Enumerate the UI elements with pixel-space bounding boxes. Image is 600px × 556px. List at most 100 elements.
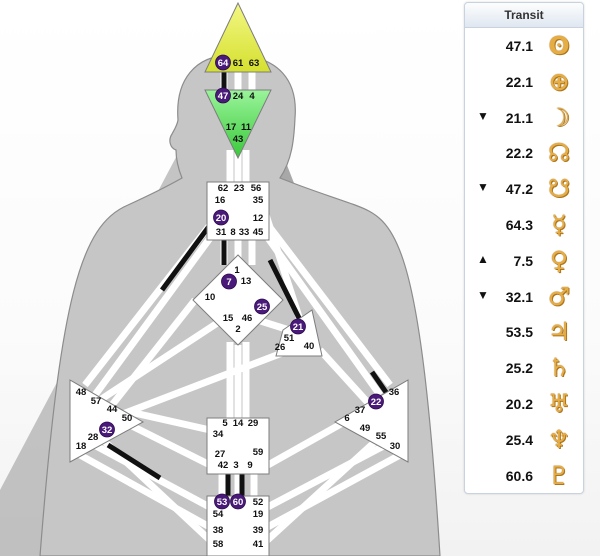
down-arrow-icon: ▼ bbox=[477, 287, 489, 302]
gate-24[interactable]: 24 bbox=[233, 91, 244, 102]
gate-51[interactable]: 51 bbox=[284, 333, 295, 344]
pluto-icon: ♇ bbox=[547, 460, 571, 490]
transit-value: 7.5 bbox=[513, 252, 533, 269]
gate-44[interactable]: 44 bbox=[107, 404, 118, 415]
gate-21[interactable]: 21 bbox=[293, 322, 304, 333]
gate-38[interactable]: 38 bbox=[213, 525, 224, 536]
mercury-icon: ☿ bbox=[551, 209, 567, 239]
transit-row: ▼ 47.2 ☋ bbox=[465, 171, 583, 207]
transit-row: 20.2 ♅ bbox=[465, 386, 583, 422]
transit-value: 21.1 bbox=[505, 109, 533, 126]
gate-6[interactable]: 6 bbox=[344, 413, 349, 424]
moon-icon: ☽ bbox=[547, 102, 571, 132]
gate-23[interactable]: 23 bbox=[234, 183, 245, 194]
uranus-icon: ♅ bbox=[547, 388, 571, 418]
transit-row: ▼ 32.1 ♂ bbox=[465, 279, 583, 315]
neptune-icon: ♆ bbox=[547, 424, 571, 454]
gate-32[interactable]: 32 bbox=[102, 425, 113, 436]
gate-39[interactable]: 39 bbox=[253, 525, 264, 536]
gate-57[interactable]: 57 bbox=[91, 396, 102, 407]
up-arrow-icon: ▲ bbox=[477, 251, 489, 266]
transit-row: 22.1 ⊕ bbox=[465, 64, 583, 100]
gate-55[interactable]: 55 bbox=[376, 431, 387, 442]
gate-27[interactable]: 27 bbox=[215, 449, 226, 460]
gate-41[interactable]: 41 bbox=[253, 539, 264, 550]
gate-13[interactable]: 13 bbox=[241, 276, 252, 287]
gate-40[interactable]: 40 bbox=[304, 341, 315, 352]
transit-row: 64.3 ☿ bbox=[465, 207, 583, 243]
transit-value: 22.1 bbox=[505, 73, 533, 90]
gate-20[interactable]: 20 bbox=[216, 213, 227, 224]
gate-22[interactable]: 22 bbox=[371, 397, 382, 408]
gate-18[interactable]: 18 bbox=[76, 441, 87, 452]
gate-15[interactable]: 15 bbox=[223, 313, 234, 324]
gate-4[interactable]: 4 bbox=[249, 91, 255, 102]
gate-16[interactable]: 16 bbox=[215, 195, 226, 206]
gate-64[interactable]: 64 bbox=[218, 58, 229, 69]
gate-46[interactable]: 46 bbox=[242, 313, 253, 324]
gate-50[interactable]: 50 bbox=[122, 413, 133, 424]
bodygraph-diagram: 12345 67891011121314151617181920212223242… bbox=[0, 1, 441, 556]
gate-52[interactable]: 52 bbox=[253, 497, 264, 508]
transit-value: 25.2 bbox=[505, 360, 533, 377]
gate-30[interactable]: 30 bbox=[390, 441, 401, 452]
saturn-icon: ♄ bbox=[547, 353, 571, 383]
gate-49[interactable]: 49 bbox=[360, 423, 371, 434]
gate-12[interactable]: 12 bbox=[253, 213, 264, 224]
gate-62[interactable]: 62 bbox=[218, 183, 229, 194]
transit-value: 22.2 bbox=[505, 145, 533, 162]
gate-37[interactable]: 37 bbox=[355, 405, 366, 416]
gate-43[interactable]: 43 bbox=[233, 134, 244, 145]
gate-3[interactable]: 3 bbox=[233, 460, 238, 471]
transit-value: 25.4 bbox=[505, 431, 533, 448]
north-node-icon: ☊ bbox=[547, 138, 571, 168]
gate-60[interactable]: 60 bbox=[233, 497, 244, 508]
transit-value: 20.2 bbox=[505, 395, 533, 412]
transit-row: 25.4 ♆ bbox=[465, 422, 583, 458]
gate-42[interactable]: 42 bbox=[218, 460, 229, 471]
gate-5[interactable]: 5 bbox=[222, 418, 228, 429]
gate-36[interactable]: 36 bbox=[389, 387, 400, 398]
earth-icon: ⊕ bbox=[548, 66, 570, 96]
gate-34[interactable]: 34 bbox=[213, 429, 224, 440]
gate-14[interactable]: 14 bbox=[233, 418, 244, 429]
down-arrow-icon: ▼ bbox=[477, 180, 489, 195]
gate-7[interactable]: 7 bbox=[226, 277, 231, 288]
transit-header: Transit bbox=[465, 3, 583, 28]
gate-47[interactable]: 47 bbox=[218, 91, 229, 102]
transit-value: 47.1 bbox=[505, 38, 533, 54]
gate-45[interactable]: 45 bbox=[253, 227, 264, 238]
gate-35[interactable]: 35 bbox=[253, 195, 264, 206]
transit-value: 47.2 bbox=[505, 181, 533, 198]
gate-9[interactable]: 9 bbox=[247, 460, 252, 471]
gate-11[interactable]: 11 bbox=[241, 122, 252, 133]
gate-25[interactable]: 25 bbox=[257, 302, 268, 313]
gate-63[interactable]: 63 bbox=[249, 58, 260, 69]
down-arrow-icon: ▼ bbox=[477, 108, 489, 123]
gate-10[interactable]: 10 bbox=[205, 292, 216, 303]
gate-2[interactable]: 2 bbox=[235, 324, 240, 335]
gate-31[interactable]: 31 bbox=[216, 227, 227, 238]
transit-row: 53.5 ♃ bbox=[465, 314, 583, 350]
transit-row: 25.2 ♄ bbox=[465, 350, 583, 386]
gate-59[interactable]: 59 bbox=[253, 447, 264, 458]
gate-58[interactable]: 58 bbox=[213, 539, 224, 550]
gate-17[interactable]: 17 bbox=[226, 122, 237, 133]
gate-1[interactable]: 1 bbox=[234, 265, 240, 276]
gate-56[interactable]: 56 bbox=[251, 183, 262, 194]
gate-48[interactable]: 48 bbox=[76, 387, 87, 398]
gate-28[interactable]: 28 bbox=[88, 432, 99, 443]
transit-value: 60.6 bbox=[505, 467, 533, 484]
transit-value: 32.1 bbox=[505, 288, 533, 305]
gate-54[interactable]: 54 bbox=[213, 509, 224, 520]
transit-row: ▲ 7.5 ♀ bbox=[465, 243, 583, 279]
transit-row: 22.2 ☊ bbox=[465, 135, 583, 171]
gate-19[interactable]: 19 bbox=[253, 509, 264, 520]
gate-53[interactable]: 53 bbox=[217, 497, 228, 508]
gate-33[interactable]: 33 bbox=[239, 227, 250, 238]
venus-icon: ♀ bbox=[549, 245, 569, 275]
gate-61[interactable]: 61 bbox=[233, 58, 244, 69]
gate-29[interactable]: 29 bbox=[248, 418, 259, 429]
gate-8[interactable]: 8 bbox=[230, 227, 235, 238]
transit-row: ▼ 21.1 ☽ bbox=[465, 100, 583, 136]
